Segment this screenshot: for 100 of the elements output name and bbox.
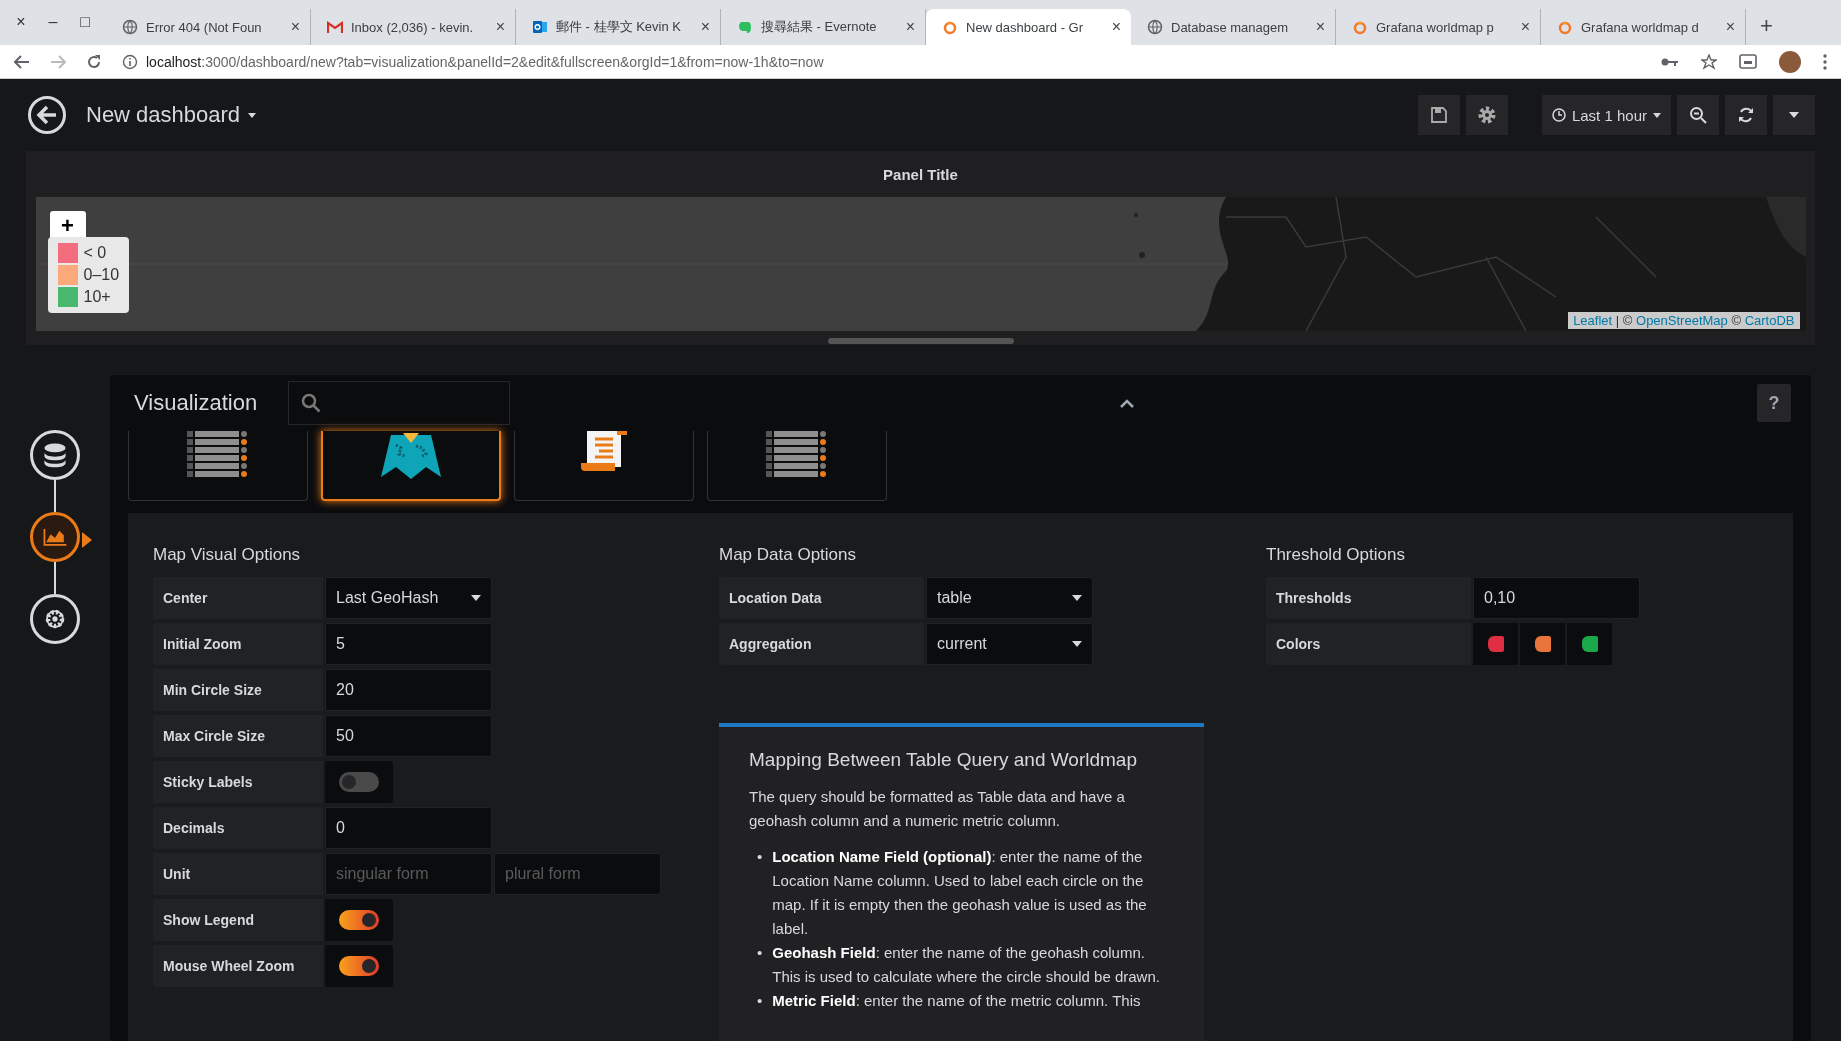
- close-icon[interactable]: ×: [1725, 18, 1735, 36]
- color-picker[interactable]: [1567, 623, 1612, 665]
- color-picker[interactable]: [1520, 623, 1565, 665]
- queries-nav-button[interactable]: [30, 430, 80, 480]
- chevron-up-icon[interactable]: [1120, 398, 1134, 408]
- zoom-out-button[interactable]: [1677, 95, 1719, 135]
- info-icon[interactable]: [122, 53, 138, 70]
- field-label: Decimals: [153, 807, 323, 849]
- field-label: Thresholds: [1266, 577, 1471, 619]
- list-icon: [187, 431, 249, 477]
- section-title: Threshold Options: [1266, 545, 1406, 565]
- key-icon[interactable]: [1661, 56, 1679, 67]
- input-field[interactable]: singular form: [325, 853, 492, 895]
- help-bullet: Geohash Field: enter the name of the geohash column. This is used to calculate where the circle should be drawn.: [772, 943, 1161, 987]
- plugin-card[interactable]: [707, 431, 887, 501]
- pointer-icon: [82, 532, 92, 548]
- caret-icon: [1653, 112, 1661, 118]
- input-field[interactable]: 5: [325, 623, 492, 665]
- plugin-card[interactable]: [128, 431, 308, 501]
- input-field[interactable]: 20: [325, 669, 492, 711]
- field-label: Initial Zoom: [153, 623, 323, 665]
- field-label: Colors: [1266, 623, 1471, 665]
- select-field[interactable]: current: [926, 623, 1093, 665]
- globe-icon: [122, 19, 138, 35]
- caret-icon: [1072, 641, 1082, 647]
- cast-icon[interactable]: [1739, 53, 1757, 70]
- caret-icon[interactable]: [248, 112, 257, 118]
- resize-handle[interactable]: [827, 338, 1014, 344]
- clock-icon: [1551, 108, 1566, 122]
- input-field[interactable]: 0: [325, 807, 492, 849]
- input-field[interactable]: 0,10: [1473, 577, 1640, 619]
- url-text[interactable]: localhost:3000/dashboard/new?tab=visualization&panelId=2&edit&fullscreen&orgId=1&from=now-1h&to=now: [146, 53, 824, 70]
- save-button[interactable]: [1417, 95, 1460, 135]
- bullet-marker: •: [757, 943, 763, 963]
- section-title: Visualization: [134, 390, 259, 416]
- bullet-marker: •: [757, 847, 763, 867]
- visualization-nav-button[interactable]: [30, 512, 80, 562]
- gear-icon: [1476, 105, 1497, 125]
- search-field[interactable]: [288, 381, 510, 425]
- help-title: Mapping Between Table Query and Worldmap: [749, 749, 1138, 771]
- toggle-switch[interactable]: [339, 956, 379, 976]
- plugin-card[interactable]: [514, 431, 694, 501]
- globe-icon: [1147, 19, 1163, 35]
- refresh-button[interactable]: [1725, 95, 1767, 135]
- close-icon[interactable]: ×: [1111, 18, 1121, 36]
- select-field[interactable]: table: [926, 577, 1093, 619]
- close-icon[interactable]: ×: [1315, 18, 1325, 36]
- caret-icon: [1072, 595, 1082, 601]
- close-icon[interactable]: ×: [290, 18, 300, 36]
- back-arrow-icon[interactable]: [14, 54, 30, 69]
- new-tab-button[interactable]: +: [1746, 13, 1787, 45]
- field-label: Location Data: [719, 577, 924, 619]
- mail-app-icon: [532, 19, 548, 35]
- elephant-icon: [737, 19, 753, 35]
- refresh-icon: [1737, 106, 1755, 124]
- toggle-switch[interactable]: [339, 910, 379, 930]
- field-label: Unit: [153, 853, 323, 895]
- caret-icon: [1789, 112, 1799, 118]
- window-control[interactable]: –: [46, 13, 60, 31]
- field-label: Min Circle Size: [153, 669, 323, 711]
- input-field[interactable]: plural form: [494, 853, 661, 895]
- legend-label: < 0: [83, 244, 107, 262]
- map-icon: [381, 431, 441, 481]
- save-icon: [1430, 107, 1447, 123]
- time-picker[interactable]: Last 1 hour: [1541, 95, 1671, 135]
- arrow-left-icon: [36, 105, 58, 125]
- avatar-icon[interactable]: [1779, 50, 1801, 73]
- reload-icon[interactable]: [86, 53, 102, 70]
- browser-tab[interactable]: New dashboard - Gr ×: [926, 9, 1131, 45]
- search-icon: [301, 393, 321, 413]
- window-control[interactable]: □: [78, 13, 92, 31]
- mail-icon: [327, 20, 343, 34]
- panel-title[interactable]: Panel Title: [883, 151, 958, 197]
- section-title: Map Data Options: [719, 545, 857, 565]
- star-icon[interactable]: [1701, 53, 1717, 70]
- field-label: Center: [153, 577, 323, 619]
- window-control[interactable]: ×: [14, 13, 28, 31]
- color-picker[interactable]: [1473, 623, 1518, 665]
- general-nav-button[interactable]: [30, 594, 80, 644]
- dashboard-title[interactable]: New dashboard: [86, 102, 241, 128]
- menu-icon[interactable]: [1823, 53, 1827, 70]
- close-icon[interactable]: ×: [495, 18, 505, 36]
- close-icon[interactable]: ×: [905, 18, 915, 36]
- field-label: Aggregation: [719, 623, 924, 665]
- help-paragraph: The query should be formatted as Table data and have a geohash column and a numeric metric column.: [749, 787, 1126, 831]
- toggle-switch[interactable]: [339, 772, 379, 792]
- close-icon[interactable]: ×: [1520, 18, 1530, 36]
- zoom-out-icon: [1689, 106, 1707, 124]
- settings-button[interactable]: [1465, 95, 1508, 135]
- input-field[interactable]: 50: [325, 715, 492, 757]
- select-field[interactable]: Last GeoHash: [325, 577, 492, 619]
- plugin-card[interactable]: [321, 431, 501, 501]
- back-button[interactable]: [28, 96, 66, 134]
- field-label: Show Legend: [153, 899, 323, 941]
- close-icon[interactable]: ×: [700, 18, 710, 36]
- document-icon: [579, 431, 629, 473]
- help-bullet: Location Name Field (optional): enter the name of the Location Name column. Used to label each circle on the map. If it is empty then the geohash value is used as the label.: [772, 847, 1148, 939]
- help-button[interactable]: ?: [1757, 384, 1791, 422]
- section-title: Map Visual Options: [153, 545, 302, 565]
- map-attribution: Leaflet | © OpenStreetMap © CartoDB: [1568, 312, 1800, 329]
